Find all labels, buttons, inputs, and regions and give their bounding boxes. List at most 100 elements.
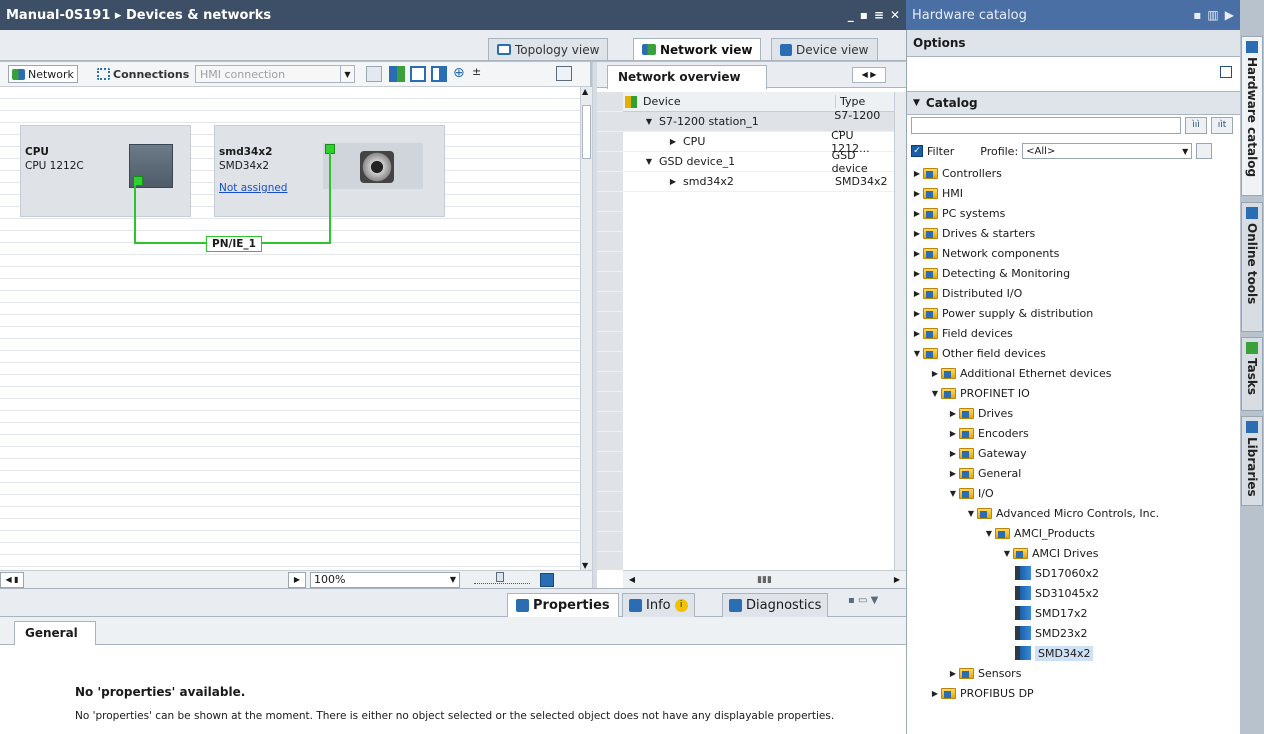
float-icon[interactable]: ▪ [1193,8,1201,22]
profinet-network-line[interactable] [0,87,580,287]
filter-checkbox[interactable]: ✓ [911,145,923,157]
tab-device-view[interactable]: Device view [771,38,878,60]
show-address-icon[interactable] [366,66,382,82]
float-icon[interactable]: ▪ [860,8,868,22]
catalog-folder-item[interactable]: ▶ Drives [907,403,1241,423]
catalog-folder-item[interactable]: ▼ PROFINET IO [907,383,1241,403]
catalog-folder-item[interactable]: ▶ General [907,463,1241,483]
tab-properties[interactable]: Properties [507,593,619,617]
collapsed-arrow-icon[interactable]: ▶ [911,189,923,198]
search-icon[interactable]: ìıì [1185,117,1207,134]
catalog-folder-item[interactable]: ▶ Distributed I/O [907,283,1241,303]
connections-mode-button[interactable]: Connections [94,65,192,83]
tab-network-view[interactable]: Network view [633,38,762,60]
catalog-module-item[interactable]: SMD17x2 [907,603,1241,623]
catalog-folder-item[interactable]: ▼ Other field devices [907,343,1241,363]
catalog-folder-item[interactable]: ▶ HMI [907,183,1241,203]
network-mode-button[interactable]: Network [8,65,78,83]
collapsed-arrow-icon[interactable]: ▶ [667,137,679,146]
collapsed-arrow-icon[interactable]: ▶ [947,449,959,458]
catalog-folder-item[interactable]: ▶ Gateway [907,443,1241,463]
collapsed-arrow-icon[interactable]: ▶ [947,409,959,418]
catalog-folder-item[interactable]: ▶ Sensors [907,663,1241,683]
catalog-folder-item[interactable]: ▶ Controllers [907,163,1241,183]
collapsed-arrow-icon[interactable]: ▶ [929,369,941,378]
inspector-controls[interactable]: ▪ ▭ ▼ [848,595,878,606]
catalog-folder-item[interactable]: ▶ Drives & starters [907,223,1241,243]
scroll-right-icon[interactable]: ▶ [888,575,906,584]
collapsed-arrow-icon[interactable]: ▶ [947,669,959,678]
tab-info[interactable]: Info i [622,593,695,617]
catalog-folder-item[interactable]: ▶ PC systems [907,203,1241,223]
overview-row[interactable]: ▼ GSD device_1 GSD device [623,149,894,175]
catalog-header[interactable]: ▼ Catalog [907,91,1241,115]
scroll-left-icon[interactable]: ◀ [623,575,641,584]
catalog-folder-item[interactable]: ▼ Advanced Micro Controls, Inc. [907,503,1241,523]
side-tab-tasks[interactable]: Tasks [1241,337,1263,411]
expanded-arrow-icon[interactable]: ▼ [947,489,959,498]
expanded-arrow-icon[interactable]: ▼ [1001,549,1013,558]
catalog-folder-item[interactable]: ▼ AMCI_Products [907,523,1241,543]
scroll-left-icon[interactable]: ◀ ▮ [0,571,24,588]
overview-row[interactable]: ▶ smd34x2 SMD34x2 [623,172,894,192]
scroll-right-icon[interactable]: ▶ [288,571,306,588]
collapsed-arrow-icon[interactable]: ▶ [911,249,923,258]
collapsed-arrow-icon[interactable]: ▶ [911,269,923,278]
tab-network-overview[interactable]: Network overview [607,65,767,89]
search-next-icon[interactable]: ıìt [1211,117,1233,134]
collapsed-arrow-icon[interactable]: ▶ [929,689,941,698]
split-view-icon[interactable] [431,66,447,82]
collapsed-arrow-icon[interactable]: ▶ [911,289,923,298]
navigator-icon[interactable] [540,572,554,587]
close-icon[interactable]: ✕ [890,8,900,22]
side-tab-libraries[interactable]: Libraries [1241,416,1263,506]
zoom-icon[interactable]: ⊕ [453,65,465,81]
catalog-module-item[interactable]: SMD23x2 [907,623,1241,643]
collapsed-arrow-icon[interactable]: ▶ [667,177,679,186]
minimize-icon[interactable]: _ [848,8,854,22]
collapse-panel-icon[interactable]: ▶ [1225,8,1234,22]
overview-toggle-icon[interactable] [556,66,572,81]
catalog-folder-item[interactable]: ▼ AMCI Drives [907,543,1241,563]
catalog-folder-item[interactable]: ▼ I/O [907,483,1241,503]
catalog-folder-item[interactable]: ▶ PROFIBUS DP [907,683,1241,703]
canvas-vertical-scrollbar[interactable]: ▲ ▼ [580,87,592,570]
device-column-header[interactable]: Device [637,95,835,108]
catalog-folder-item[interactable]: ▶ Detecting & Monitoring [907,263,1241,283]
collapsed-arrow-icon[interactable]: ▶ [911,169,923,178]
maximize-icon[interactable]: ≡ [874,8,884,22]
network-label[interactable]: PN/IE_1 [206,236,262,252]
catalog-folder-item[interactable]: ▶ Power supply & distribution [907,303,1241,323]
catalog-module-item[interactable]: SMD34x2 [907,643,1241,663]
options-expand-icon[interactable] [1220,66,1232,78]
collapsed-arrow-icon[interactable]: ▶ [911,329,923,338]
collapsed-arrow-icon[interactable]: ▶ [947,469,959,478]
collapsed-arrow-icon[interactable]: ▶ [911,309,923,318]
profile-select[interactable]: <All> ▼ [1022,143,1193,159]
table-view-icon[interactable] [410,66,426,82]
side-tab-hardware-catalog[interactable]: Hardware catalog [1241,36,1263,196]
tab-topology-view[interactable]: Topology view [488,38,609,60]
catalog-folder-item[interactable]: ▶ Network components [907,243,1241,263]
columns-icon[interactable]: ▥ [1207,8,1218,22]
side-tab-online-tools[interactable]: Online tools [1241,202,1263,332]
options-header[interactable]: Options [907,30,1241,57]
expanded-arrow-icon[interactable]: ▼ [929,389,941,398]
profile-settings-icon[interactable] [1196,143,1213,159]
network-canvas[interactable]: CPU CPU 1212C smd34x2 SMD34x2 Not assign… [0,87,580,570]
zoom-menu-icon[interactable]: ± [472,65,481,78]
overview-nav-icon[interactable]: ◀ ▶ [852,67,886,83]
catalog-folder-item[interactable]: ▶ Encoders [907,423,1241,443]
overview-vertical-scrollbar[interactable] [894,92,906,570]
catalog-folder-item[interactable]: ▶ Field devices [907,323,1241,343]
expanded-arrow-icon[interactable]: ▼ [643,117,655,126]
catalog-folder-item[interactable]: ▶ Additional Ethernet devices [907,363,1241,383]
collapsed-arrow-icon[interactable]: ▶ [947,429,959,438]
zoom-slider[interactable] [474,571,530,584]
assign-network-icon[interactable] [389,66,405,82]
collapsed-arrow-icon[interactable]: ▶ [911,209,923,218]
catalog-module-item[interactable]: SD17060x2 [907,563,1241,583]
overview-horizontal-scrollbar[interactable]: ◀ ▮▮▮ ▶ [623,570,906,588]
type-column-header[interactable]: Type [835,95,894,108]
catalog-search-input[interactable] [911,117,1181,134]
